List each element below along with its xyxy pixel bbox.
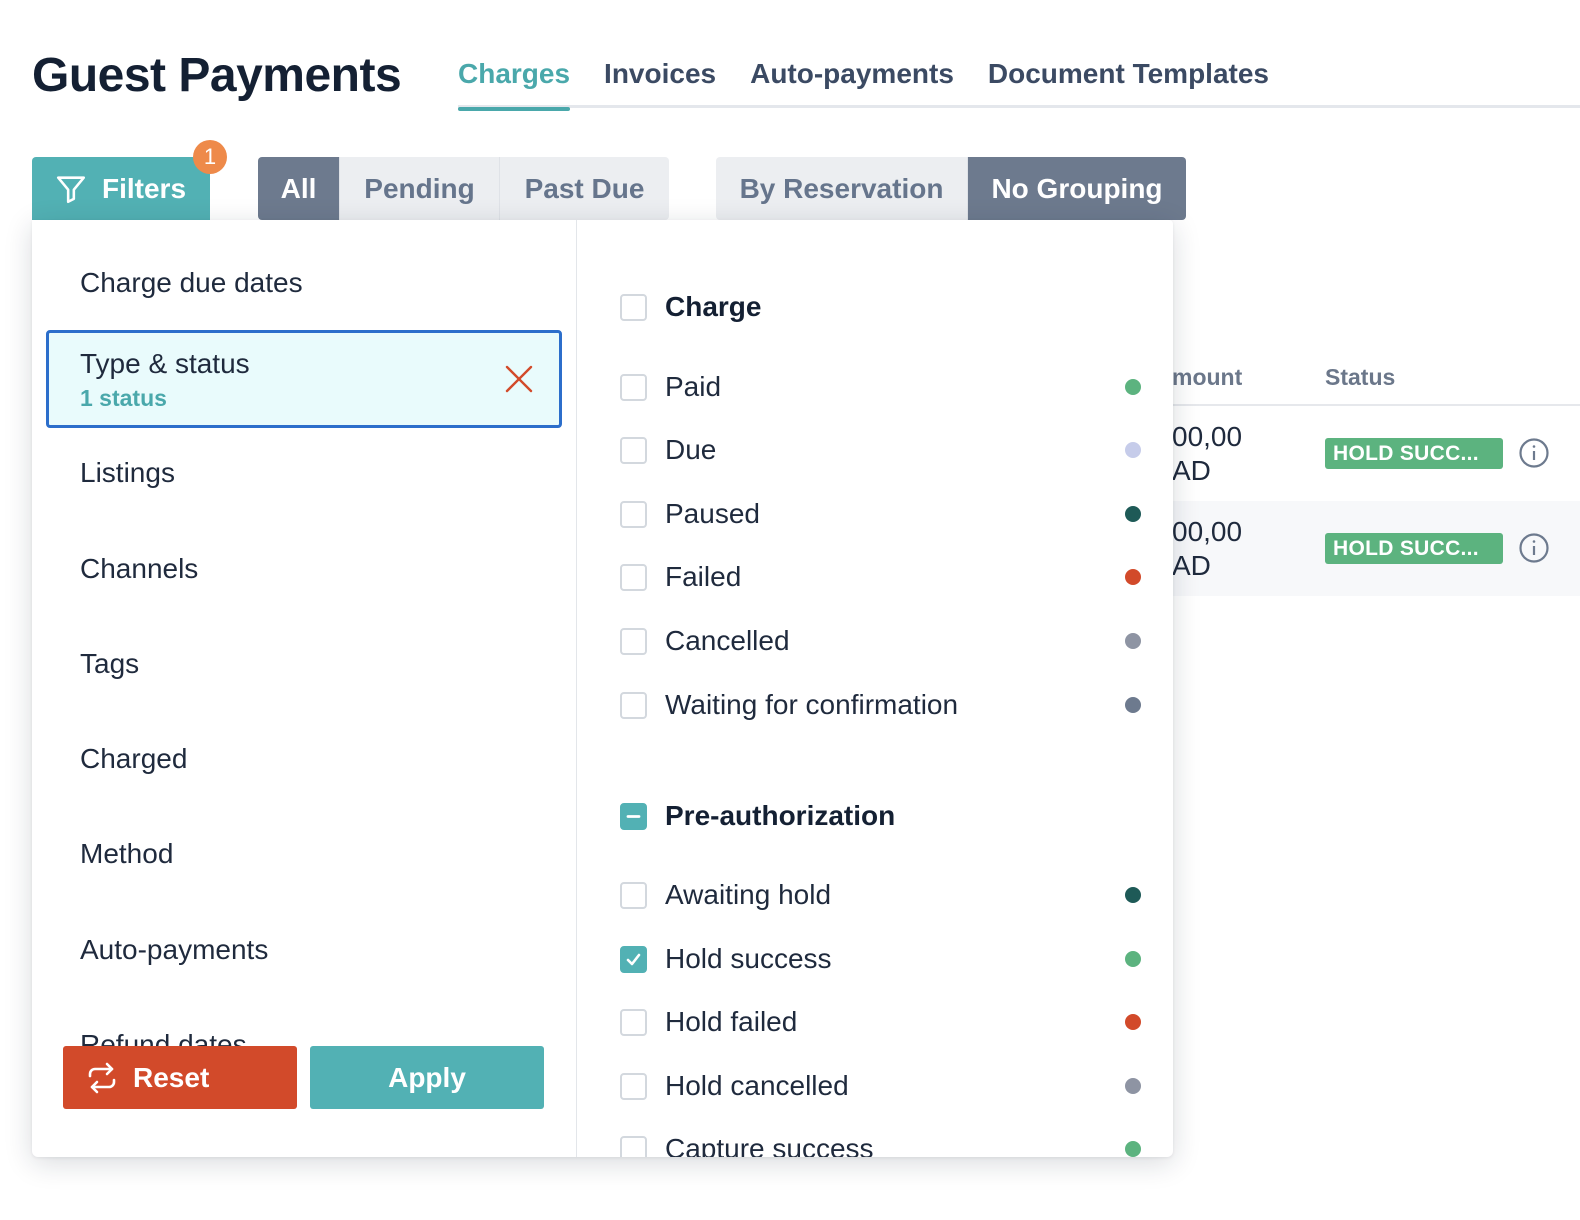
checkbox[interactable]	[620, 1008, 647, 1036]
checkbox[interactable]	[620, 293, 647, 321]
option-hold-cancelled[interactable]: Hold cancelled	[620, 1066, 1150, 1106]
checkbox[interactable]	[620, 563, 647, 591]
tab-document-templates[interactable]: Document Templates	[988, 56, 1269, 108]
status-badge: HOLD SUCC...	[1325, 533, 1503, 564]
close-icon[interactable]	[503, 363, 535, 395]
segment-no-grouping[interactable]: No Grouping	[968, 157, 1186, 220]
charges-table: mount Status 00,00 AD HOLD SUCC... 00,00…	[1170, 350, 1580, 596]
group-charge[interactable]: Charge	[620, 287, 1150, 327]
option-cancelled[interactable]: Cancelled	[620, 621, 1150, 661]
tab-charges[interactable]: Charges	[458, 56, 571, 111]
category-type-status-label: Type & status	[80, 348, 250, 379]
filters-panel: Charge due dates Type & status 1 status …	[32, 220, 1173, 1157]
segment-by-reservation[interactable]: By Reservation	[716, 157, 968, 220]
option-hold-success[interactable]: Hold success	[620, 939, 1150, 979]
category-charged[interactable]: Charged	[80, 743, 187, 775]
page-title: Guest Payments	[32, 49, 402, 102]
checkbox[interactable]	[620, 1072, 647, 1100]
checkbox[interactable]	[620, 1135, 647, 1157]
table-row[interactable]: 00,00 AD HOLD SUCC...	[1170, 406, 1580, 501]
checkbox[interactable]	[620, 436, 647, 464]
column-amount[interactable]: mount	[1172, 364, 1242, 391]
status-dot	[1125, 1078, 1141, 1094]
amount-cell: 00,00 AD	[1172, 421, 1243, 486]
reset-icon	[88, 1062, 116, 1093]
checkbox-checked[interactable]	[620, 945, 647, 973]
filters-count-badge: 1	[193, 140, 227, 174]
status-dot	[1125, 1141, 1141, 1157]
tab-auto-payments[interactable]: Auto-payments	[750, 56, 954, 108]
status-badge: HOLD SUCC...	[1325, 438, 1503, 469]
segment-pending[interactable]: Pending	[340, 157, 500, 220]
type-status-options: Charge Paid Due Paused Failed Cancelled	[578, 220, 1173, 1157]
checkbox[interactable]	[620, 500, 647, 528]
reset-button[interactable]: Reset	[63, 1046, 297, 1109]
filter-actions: Reset Apply	[32, 1035, 576, 1157]
status-dot	[1125, 697, 1141, 713]
group-pre-authorization[interactable]: Pre-authorization	[620, 796, 1150, 836]
option-waiting-for-confirmation[interactable]: Waiting for confirmation	[620, 685, 1150, 725]
info-icon[interactable]	[1518, 437, 1550, 469]
filters-button[interactable]: Filters	[32, 157, 210, 220]
option-paused[interactable]: Paused	[620, 494, 1150, 534]
grouping-segmented-control: By Reservation No Grouping	[716, 157, 1186, 220]
info-icon[interactable]	[1518, 532, 1550, 564]
table-header: mount Status	[1170, 350, 1580, 406]
main-tabs: Charges Invoices Auto-payments Document …	[458, 56, 1580, 111]
option-hold-failed[interactable]: Hold failed	[620, 1002, 1150, 1042]
checkbox[interactable]	[620, 881, 647, 909]
checkbox[interactable]	[620, 627, 647, 655]
column-status[interactable]: Status	[1325, 364, 1395, 391]
minus-icon	[626, 814, 641, 818]
category-method[interactable]: Method	[80, 838, 173, 870]
checkbox-indeterminate[interactable]	[620, 802, 647, 830]
checkbox[interactable]	[620, 691, 647, 719]
option-failed[interactable]: Failed	[620, 557, 1150, 597]
status-dot	[1125, 887, 1141, 903]
category-tags[interactable]: Tags	[80, 648, 139, 680]
apply-button[interactable]: Apply	[310, 1046, 544, 1109]
check-icon	[626, 953, 641, 965]
tab-invoices[interactable]: Invoices	[604, 56, 716, 108]
category-type-status-count: 1 status	[80, 385, 167, 411]
status-dot	[1125, 379, 1141, 395]
filters-label: Filters	[102, 172, 187, 204]
category-charge-due-dates[interactable]: Charge due dates	[80, 267, 303, 299]
table-row[interactable]: 00,00 AD HOLD SUCC...	[1170, 501, 1580, 596]
status-dot	[1125, 951, 1141, 967]
category-auto-payments[interactable]: Auto-payments	[80, 934, 268, 966]
category-channels[interactable]: Channels	[80, 553, 198, 585]
option-paid[interactable]: Paid	[620, 367, 1150, 407]
filter-icon	[56, 175, 86, 203]
option-capture-success[interactable]: Capture success	[620, 1129, 1150, 1157]
reset-label: Reset	[133, 1061, 210, 1093]
segment-all[interactable]: All	[258, 157, 340, 220]
checkbox[interactable]	[620, 373, 647, 401]
status-dot	[1125, 569, 1141, 585]
category-listings[interactable]: Listings	[80, 457, 175, 489]
status-dot	[1125, 1014, 1141, 1030]
option-due[interactable]: Due	[620, 430, 1150, 470]
status-segmented-control: All Pending Past Due	[258, 157, 669, 220]
filter-categories: Charge due dates Type & status 1 status …	[32, 220, 577, 1157]
status-dot	[1125, 633, 1141, 649]
status-dot	[1125, 506, 1141, 522]
category-type-status[interactable]: Type & status 1 status	[46, 330, 562, 428]
option-awaiting-hold[interactable]: Awaiting hold	[620, 875, 1150, 915]
status-dot	[1125, 442, 1141, 458]
amount-cell: 00,00 AD	[1172, 516, 1243, 581]
segment-past-due[interactable]: Past Due	[500, 157, 669, 220]
